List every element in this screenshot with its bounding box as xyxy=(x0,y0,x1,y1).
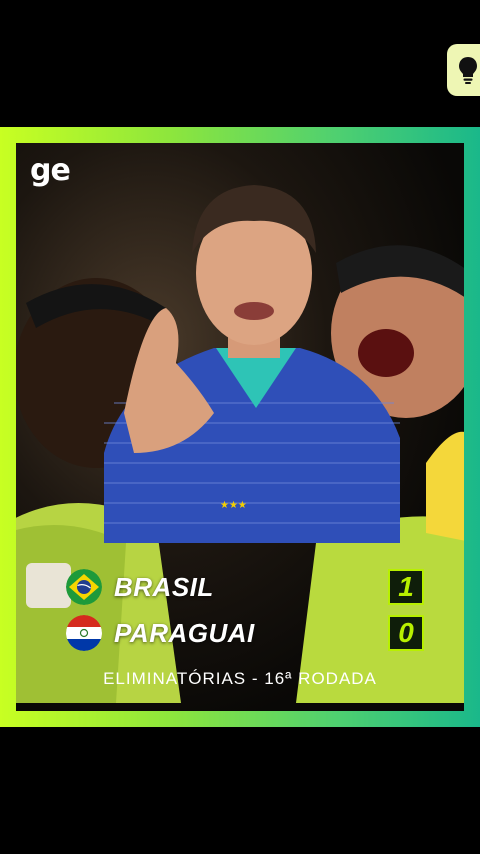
home-team-row: BRASIL xyxy=(66,567,214,607)
home-team-name: BRASIL xyxy=(114,571,214,602)
round-label: ELIMINATÓRIAS - 16ª RODADA xyxy=(103,669,377,688)
home-score: 1 xyxy=(388,569,424,605)
brazil-flag-icon xyxy=(66,569,102,605)
away-team-row: PARAGUAI xyxy=(66,613,255,653)
away-score: 0 xyxy=(388,615,424,651)
svg-text:★★★: ★★★ xyxy=(220,500,247,511)
match-card[interactable]: ge ★★★ BRASIL 1 PARAGUAI 0 ELIMINATÓRIAS… xyxy=(16,143,464,711)
tip-button[interactable] xyxy=(447,44,480,96)
video-frame: ge ★★★ BRASIL 1 PARAGUAI 0 ELIMINATÓRIAS… xyxy=(0,127,480,727)
lightbulb-icon xyxy=(457,55,479,85)
away-team-name: PARAGUAI xyxy=(114,617,255,648)
presenter-image: ★★★ xyxy=(104,185,400,543)
paraguay-flag-icon xyxy=(66,615,102,651)
ge-logo: ge xyxy=(30,153,71,188)
score-panel: BRASIL 1 PARAGUAI 0 ELIMINATÓRIAS - 16ª … xyxy=(16,547,464,711)
